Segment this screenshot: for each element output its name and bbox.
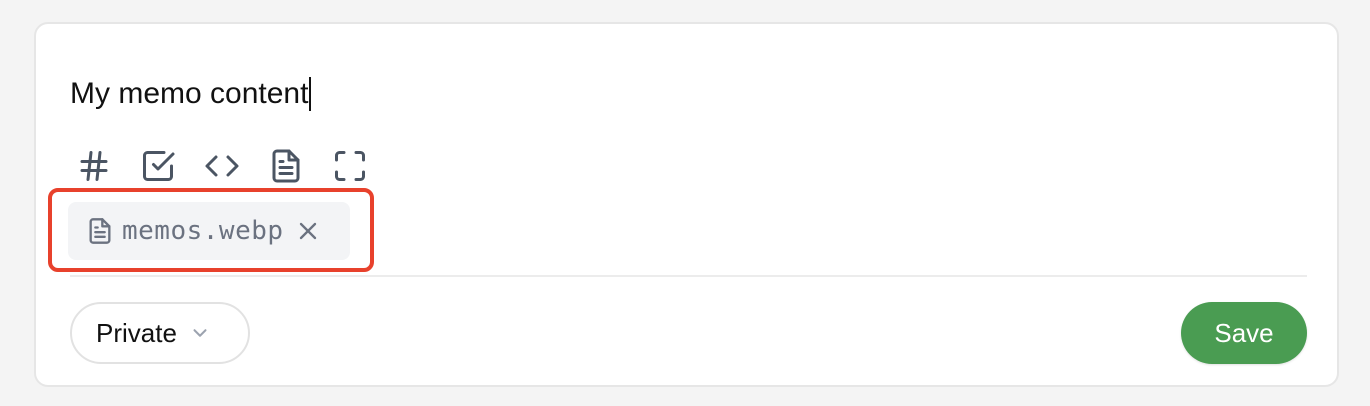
text-caret [309, 77, 312, 111]
fullscreen-button[interactable] [332, 146, 396, 186]
checkbox-button[interactable] [140, 146, 204, 186]
maximize-icon [335, 151, 365, 181]
chevron-down-icon [189, 322, 211, 344]
square-check-icon [143, 151, 175, 181]
footer-divider [70, 275, 1307, 277]
memo-content-editor[interactable]: My memo content [70, 76, 312, 112]
editor-toolbar [76, 146, 396, 186]
visibility-label: Private [96, 317, 177, 348]
code-button[interactable] [204, 146, 268, 186]
tag-button[interactable] [76, 146, 140, 186]
attach-file-button[interactable] [268, 146, 332, 186]
code-icon [205, 155, 239, 177]
attachment-highlight-box [48, 188, 374, 272]
hash-icon [80, 151, 108, 181]
memo-content-text: My memo content [70, 77, 309, 110]
file-text-icon [272, 149, 300, 183]
memo-editor-card: My memo content memos.webp Private Save [34, 22, 1339, 387]
save-button[interactable]: Save [1181, 302, 1307, 364]
visibility-selector[interactable]: Private [70, 302, 250, 364]
